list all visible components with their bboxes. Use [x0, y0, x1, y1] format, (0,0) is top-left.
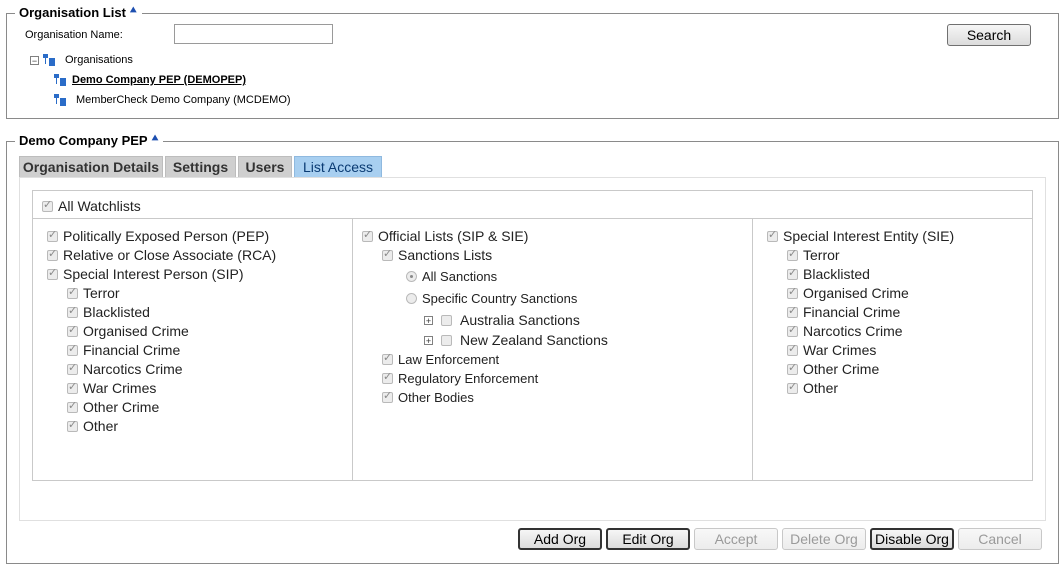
- sie-financial-crime-checkbox[interactable]: Financial Crime: [787, 304, 900, 320]
- checkbox-label: Other Crime: [83, 399, 160, 415]
- delete-org-button[interactable]: Delete Org: [782, 528, 866, 550]
- expand-icon[interactable]: +: [424, 315, 433, 325]
- sip-label: Special Interest Person (SIP): [63, 266, 244, 282]
- collapse-chevron-icon[interactable]: ⯅: [129, 5, 138, 16]
- sip-organised-crime-checkbox[interactable]: Organised Crime: [67, 323, 189, 339]
- regulatory-enforcement-checkbox[interactable]: Regulatory Enforcement: [382, 370, 539, 386]
- sie-narcotics-crime-checkbox[interactable]: Narcotics Crime: [787, 323, 903, 339]
- expand-icon[interactable]: +: [424, 335, 433, 345]
- checkbox-label: Blacklisted: [803, 266, 870, 282]
- tree-item-mcdemo[interactable]: MemberCheck Demo Company (MCDEMO): [54, 94, 291, 106]
- tab-users[interactable]: Users: [238, 156, 292, 177]
- organisation-detail-legend[interactable]: Demo Company PEP ⯅: [15, 133, 164, 148]
- tab-organisation-details[interactable]: Organisation Details: [19, 156, 163, 177]
- sie-checkbox[interactable]: Special Interest Entity (SIE): [767, 228, 954, 244]
- radio-label: Specific Country Sanctions: [422, 291, 578, 306]
- accept-button[interactable]: Accept: [694, 528, 778, 550]
- organisation-name-label: Organisation Name:: [25, 29, 123, 41]
- checkbox-label: War Crimes: [803, 342, 877, 358]
- checkbox-label: Organised Crime: [83, 323, 189, 339]
- other-bodies-checkbox[interactable]: Other Bodies: [382, 389, 474, 405]
- checkbox-label: Other: [803, 380, 839, 396]
- sip-other-crime-checkbox[interactable]: Other Crime: [67, 399, 159, 415]
- organisation-icon: [54, 94, 68, 106]
- checkbox-label: Sanctions Lists: [398, 247, 493, 263]
- organisation-tree-icon: [43, 54, 57, 66]
- checkbox-label: Regulatory Enforcement: [398, 371, 539, 386]
- sie-terror-checkbox[interactable]: Terror: [787, 247, 840, 263]
- sie-other-checkbox[interactable]: Other: [787, 380, 838, 396]
- tree-root[interactable]: − Organisations: [30, 54, 133, 66]
- checkbox-label: War Crimes: [83, 380, 157, 396]
- sip-terror-checkbox[interactable]: Terror: [67, 285, 120, 301]
- cancel-button[interactable]: Cancel: [958, 528, 1042, 550]
- checkbox-label: Law Enforcement: [398, 352, 500, 367]
- collapse-chevron-icon[interactable]: ⯅: [151, 133, 160, 144]
- checkbox-label: Special Interest Entity (SIE): [783, 228, 955, 244]
- all-watchlists-label: All Watchlists: [58, 198, 141, 214]
- organisation-icon: [54, 74, 68, 86]
- checkbox-label: Organised Crime: [803, 285, 909, 301]
- all-sanctions-radio[interactable]: All Sanctions: [406, 269, 497, 284]
- checkbox-label: Official Lists (SIP & SIE): [378, 228, 529, 244]
- checkbox-label: Other Bodies: [398, 390, 474, 405]
- checkbox-label: New Zealand Sanctions: [460, 332, 608, 348]
- sip-narcotics-crime-checkbox[interactable]: Narcotics Crime: [67, 361, 183, 377]
- checkbox-label: Terror: [803, 247, 840, 263]
- pep-label: Politically Exposed Person (PEP): [63, 228, 270, 244]
- edit-org-button[interactable]: Edit Org: [606, 528, 690, 550]
- sie-organised-crime-checkbox[interactable]: Organised Crime: [787, 285, 909, 301]
- organisation-name-input[interactable]: [174, 24, 333, 44]
- rca-checkbox[interactable]: Relative or Close Associate (RCA): [47, 247, 276, 263]
- sie-other-crime-checkbox[interactable]: Other Crime: [787, 361, 879, 377]
- checkbox-label: Other: [83, 418, 119, 434]
- tree-item-label[interactable]: MemberCheck Demo Company (MCDEMO): [76, 94, 291, 106]
- tree-item-label[interactable]: Demo Company PEP (DEMOPEP): [72, 74, 246, 86]
- sanctions-lists-checkbox[interactable]: Sanctions Lists: [382, 247, 492, 263]
- add-org-button[interactable]: Add Org: [518, 528, 602, 550]
- sip-war-crimes-checkbox[interactable]: War Crimes: [67, 380, 156, 396]
- tab-list-access[interactable]: List Access: [294, 156, 382, 177]
- checkbox-label: Narcotics Crime: [83, 361, 183, 377]
- checkbox-label: Other Crime: [803, 361, 880, 377]
- checkbox-label: Financial Crime: [803, 304, 901, 320]
- checkbox-label: Australia Sanctions: [460, 312, 580, 328]
- checkbox-label: Narcotics Crime: [803, 323, 903, 339]
- rca-label: Relative or Close Associate (RCA): [63, 247, 277, 263]
- tree-item-demopep[interactable]: Demo Company PEP (DEMOPEP): [54, 74, 246, 86]
- organisation-list-title: Organisation List: [19, 5, 126, 20]
- new-zealand-sanctions-checkbox[interactable]: + New Zealand Sanctions: [424, 332, 608, 348]
- sip-blacklisted-checkbox[interactable]: Blacklisted: [67, 304, 150, 320]
- organisation-detail-title: Demo Company PEP: [19, 133, 148, 148]
- specific-country-radio[interactable]: Specific Country Sanctions: [406, 291, 577, 306]
- tree-root-label: Organisations: [65, 54, 133, 66]
- disable-org-button[interactable]: Disable Org: [870, 528, 954, 550]
- sip-other-checkbox[interactable]: Other: [67, 418, 118, 434]
- official-lists-checkbox[interactable]: Official Lists (SIP & SIE): [362, 228, 528, 244]
- all-watchlists-checkbox[interactable]: All Watchlists: [42, 198, 141, 214]
- law-enforcement-checkbox[interactable]: Law Enforcement: [382, 351, 500, 367]
- checkbox-label: Financial Crime: [83, 342, 181, 358]
- tab-settings[interactable]: Settings: [165, 156, 236, 177]
- sip-checkbox[interactable]: Special Interest Person (SIP): [47, 266, 244, 282]
- search-button[interactable]: Search: [947, 24, 1031, 46]
- checkbox-label: Terror: [83, 285, 120, 301]
- australia-sanctions-checkbox[interactable]: + Australia Sanctions: [424, 312, 580, 328]
- checkbox-label: Blacklisted: [83, 304, 150, 320]
- radio-label: All Sanctions: [422, 269, 498, 284]
- collapse-tree-icon[interactable]: −: [30, 55, 39, 65]
- pep-checkbox[interactable]: Politically Exposed Person (PEP): [47, 228, 269, 244]
- organisation-list-legend[interactable]: Organisation List ⯅: [15, 5, 142, 20]
- sip-financial-crime-checkbox[interactable]: Financial Crime: [67, 342, 180, 358]
- sie-blacklisted-checkbox[interactable]: Blacklisted: [787, 266, 870, 282]
- all-watchlists-panel: [32, 190, 1033, 219]
- sie-war-crimes-checkbox[interactable]: War Crimes: [787, 342, 876, 358]
